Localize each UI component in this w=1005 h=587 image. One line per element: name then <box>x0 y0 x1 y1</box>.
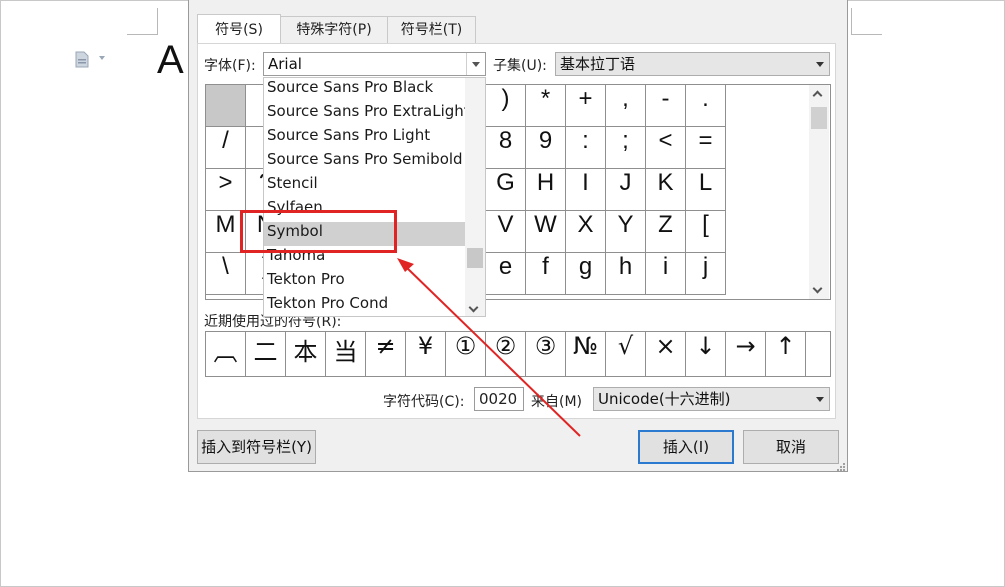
from-select[interactable]: Unicode(十六进制) <box>593 387 830 411</box>
page-corner-left <box>127 8 158 35</box>
symbol-cell[interactable]: + <box>566 85 606 127</box>
symbol-cell[interactable]: ) <box>486 85 526 127</box>
font-dropdown-button[interactable] <box>466 53 485 75</box>
subset-dropdown-button[interactable] <box>811 53 829 75</box>
symbol-cell[interactable]: g <box>566 253 606 295</box>
recent-symbol-cell[interactable]: √ <box>606 332 646 376</box>
subset-select-value: 基本拉丁语 <box>560 55 636 73</box>
symbol-cell[interactable]: i <box>646 253 686 295</box>
chevron-down-icon <box>816 397 824 402</box>
tab-special-characters[interactable]: 特殊字符(P) <box>280 16 388 43</box>
recent-symbol-cell[interactable]: № <box>566 332 606 376</box>
document-text: A <box>157 38 184 82</box>
char-code-input[interactable]: 0020 <box>474 387 524 411</box>
insert-to-symbol-bar-button[interactable]: 插入到符号栏(Y) <box>197 430 316 464</box>
font-select-value: Arial <box>268 55 302 73</box>
from-select-value: Unicode(十六进制) <box>598 390 731 408</box>
tab-symbols[interactable]: 符号(S) <box>197 14 281 43</box>
symbol-cell[interactable]: 9 <box>526 127 566 169</box>
scroll-up-icon[interactable] <box>812 90 823 101</box>
paste-options-icon[interactable] <box>75 51 89 68</box>
symbol-cell[interactable] <box>206 85 246 127</box>
symbol-cell[interactable]: . <box>686 85 726 127</box>
symbol-cell[interactable]: V <box>486 211 526 253</box>
recent-symbol-cell[interactable]: ↓ <box>686 332 726 376</box>
symbol-cell[interactable]: , <box>606 85 646 127</box>
subset-label: 子集(U): <box>493 58 547 74</box>
recent-symbol-cell[interactable]: ↑ <box>766 332 806 376</box>
symbol-cell[interactable]: X <box>566 211 606 253</box>
recent-symbol-cell[interactable]: ≠ <box>366 332 406 376</box>
recent-symbol-cell[interactable]: → <box>726 332 766 376</box>
symbol-cell[interactable]: = <box>686 127 726 169</box>
symbol-cell[interactable]: > <box>206 169 246 211</box>
chevron-down-icon <box>816 62 824 67</box>
symbol-grid-scrollbar[interactable] <box>809 85 829 299</box>
symbol-cell[interactable]: G <box>486 169 526 211</box>
font-list-item[interactable]: Source Sans Pro Black <box>264 78 465 102</box>
recent-symbol-cell[interactable]: × <box>646 332 686 376</box>
symbol-cell[interactable]: * <box>526 85 566 127</box>
highlight-box <box>240 210 397 253</box>
font-list-scrollbar[interactable] <box>465 78 485 316</box>
font-select[interactable]: Arial <box>263 52 486 76</box>
insert-button[interactable]: 插入(I) <box>638 430 734 464</box>
symbol-cell[interactable]: - <box>646 85 686 127</box>
symbol-cell[interactable]: J <box>606 169 646 211</box>
font-label: 字体(F): <box>204 58 256 74</box>
scroll-down-icon[interactable] <box>812 283 823 294</box>
font-list-item[interactable]: Stencil <box>264 174 465 198</box>
symbol-cell[interactable]: I <box>566 169 606 211</box>
page-corner-right <box>851 8 882 35</box>
recent-symbol-cell[interactable]: ② <box>486 332 526 376</box>
recent-symbol-cell[interactable]: 当 <box>326 332 366 376</box>
scroll-down-icon[interactable] <box>468 302 479 313</box>
recent-symbol-cell[interactable]: ︹ <box>206 332 246 376</box>
char-code-label: 字符代码(C): <box>383 394 465 410</box>
symbol-cell[interactable]: Z <box>646 211 686 253</box>
chevron-down-icon[interactable] <box>99 56 105 60</box>
symbol-cell[interactable]: / <box>206 127 246 169</box>
from-dropdown-button[interactable] <box>811 388 829 410</box>
symbol-cell[interactable]: \ <box>206 253 246 295</box>
symbol-cell[interactable]: : <box>566 127 606 169</box>
symbol-cell[interactable]: ; <box>606 127 646 169</box>
from-label: 来自(M) <box>531 394 583 410</box>
font-list-item[interactable]: Source Sans Pro Semibold <box>264 150 465 174</box>
font-list-item[interactable]: Tekton Pro <box>264 270 465 294</box>
recent-symbol-cell[interactable]: ③ <box>526 332 566 376</box>
tab-symbol-bar[interactable]: 符号栏(T) <box>387 16 476 43</box>
chevron-down-icon <box>472 62 480 67</box>
font-dropdown-list: Source Sans Pro Black Source Sans Pro Ext… <box>263 77 486 317</box>
recent-symbol-cell[interactable]: ¥ <box>406 332 446 376</box>
recent-symbols-row: ︹ 二本当 ≠ ¥ ① ② ③ № √ × ↓ → ↑ <box>205 331 831 377</box>
symbol-cell[interactable]: Y <box>606 211 646 253</box>
symbol-cell[interactable]: < <box>646 127 686 169</box>
symbol-cell[interactable]: [ <box>686 211 726 253</box>
recent-symbol-cell[interactable]: 二 <box>246 332 286 376</box>
scrollbar-thumb[interactable] <box>467 248 483 268</box>
cancel-button[interactable]: 取消 <box>743 430 839 464</box>
recent-symbol-cell[interactable]: 本 <box>286 332 326 376</box>
symbol-cell[interactable]: j <box>686 253 726 295</box>
symbol-cell[interactable]: K <box>646 169 686 211</box>
symbol-cell[interactable]: L <box>686 169 726 211</box>
symbol-cell[interactable]: e <box>486 253 526 295</box>
symbol-cell[interactable]: W <box>526 211 566 253</box>
symbol-cell[interactable]: h <box>606 253 646 295</box>
recent-symbol-cell[interactable]: ① <box>446 332 486 376</box>
font-list-item[interactable]: Tekton Pro Cond <box>264 294 465 316</box>
font-list-item[interactable]: Source Sans Pro Light <box>264 126 465 150</box>
scrollbar-thumb[interactable] <box>811 107 827 129</box>
font-list-item[interactable]: Source Sans Pro ExtraLight <box>264 102 470 126</box>
subset-select[interactable]: 基本拉丁语 <box>555 52 830 76</box>
symbol-cell[interactable]: H <box>526 169 566 211</box>
symbol-cell[interactable]: 8 <box>486 127 526 169</box>
symbol-cell[interactable]: f <box>526 253 566 295</box>
